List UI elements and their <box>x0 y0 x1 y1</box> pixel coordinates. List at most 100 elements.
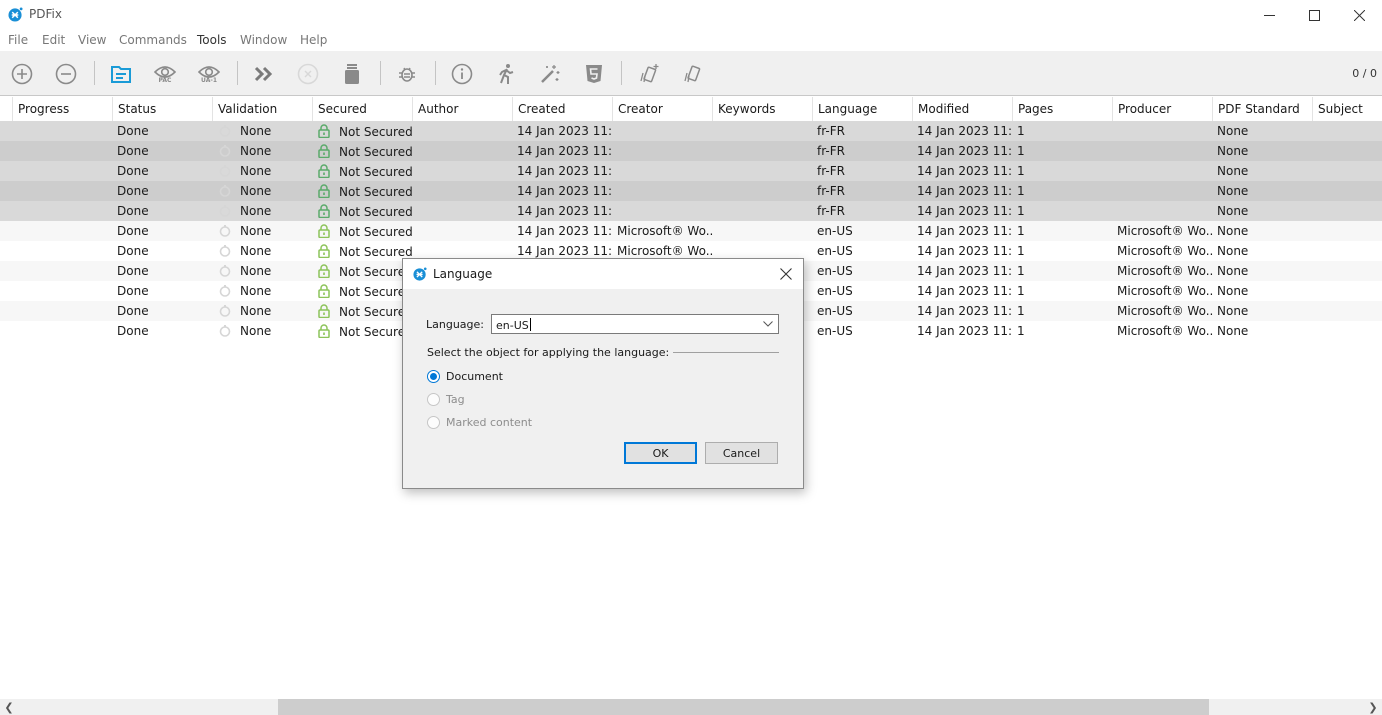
menu-commands[interactable]: Commands <box>119 33 187 47</box>
radio-button[interactable] <box>427 415 440 429</box>
column-header-keywords[interactable]: Keywords <box>712 97 812 121</box>
table-row[interactable]: Done None Not Secured 14 Jan 2023 11:31 fr-F… <box>0 181 1382 201</box>
unlocked-lock-icon <box>318 164 330 178</box>
cell-subject <box>1317 201 1382 221</box>
column-header-secured[interactable]: Secured <box>312 97 412 121</box>
radio-button-checked[interactable] <box>427 369 440 383</box>
radio-button[interactable] <box>427 392 440 406</box>
debug-button[interactable] <box>392 59 422 89</box>
html5-icon <box>586 65 602 83</box>
remove-document-button[interactable] <box>51 59 81 89</box>
cell-producer <box>1117 201 1213 221</box>
column-header-language[interactable]: Language <box>812 97 912 121</box>
cell-language-text: fr-FR <box>817 184 845 198</box>
cell-validation-text: None <box>240 244 272 258</box>
menu-edit[interactable]: Edit <box>42 33 65 47</box>
cell-subject <box>1317 281 1382 301</box>
combobox-dropdown-button[interactable] <box>760 316 776 332</box>
cell-status: Done <box>117 221 213 241</box>
cell-progress <box>17 121 107 141</box>
menu-file[interactable]: File <box>8 33 28 47</box>
table-row[interactable]: Done None Not Secured 14 Jan 2023 11:34 fr-F… <box>0 141 1382 161</box>
remove-tags-button[interactable] <box>678 59 708 89</box>
html5-button[interactable] <box>579 59 609 89</box>
cell-pages: 1 <box>1017 281 1113 301</box>
cell-pdf-standard-text: None <box>1217 224 1249 238</box>
dialog-close-button[interactable] <box>775 263 797 285</box>
trash-icon <box>345 64 359 84</box>
accessibility-button[interactable] <box>491 59 521 89</box>
column-header-status[interactable]: Status <box>112 97 212 121</box>
clear-button[interactable] <box>337 59 367 89</box>
scroll-left-button[interactable]: ❮ <box>2 699 16 715</box>
cell-pages-text: 1 <box>1017 284 1025 298</box>
unlocked-lock-icon <box>318 224 330 238</box>
cell-created-text: 14 Jan 2023 11:34 <box>517 144 613 158</box>
column-header-author[interactable]: Author <box>412 97 512 121</box>
cell-pdf-standard-text: None <box>1217 244 1249 258</box>
cell-language: fr-FR <box>817 181 913 201</box>
cell-pdf-standard: None <box>1217 201 1313 221</box>
stop-button[interactable] <box>293 59 323 89</box>
magic-wand-icon <box>541 65 560 83</box>
menu-view[interactable]: View <box>78 33 106 47</box>
validation-gear-icon <box>219 205 231 217</box>
cell-status: Done <box>117 321 213 341</box>
table-row[interactable]: Done None Not Secured 14 Jan 2023 11:31 fr-F… <box>0 201 1382 221</box>
cell-author <box>417 201 513 221</box>
cell-subject <box>1317 161 1382 181</box>
validation-gear-icon <box>219 265 231 277</box>
cell-subject <box>1317 141 1382 161</box>
scroll-right-button[interactable]: ❯ <box>1366 699 1380 715</box>
cell-subject <box>1317 221 1382 241</box>
menu-help[interactable]: Help <box>300 33 327 47</box>
document-properties-button[interactable] <box>106 59 136 89</box>
column-header-subject[interactable]: Subject <box>1312 97 1382 121</box>
cell-pages-text: 1 <box>1017 164 1025 178</box>
column-header-producer[interactable]: Producer <box>1112 97 1212 121</box>
column-header-created[interactable]: Created <box>512 97 612 121</box>
cell-producer-text: Microsoft® Wo... <box>1117 264 1213 278</box>
cell-validation: None <box>217 241 313 261</box>
column-header-validation[interactable]: Validation <box>212 97 312 121</box>
toolbar-separator <box>237 61 238 85</box>
dialog-title: Language <box>433 267 493 281</box>
cell-modified-text: 14 Jan 2023 11:30 <box>917 124 1013 138</box>
ok-button[interactable]: OK <box>624 442 697 464</box>
cancel-button[interactable]: Cancel <box>705 442 778 464</box>
table-row[interactable]: Done None Not Secured 14 Jan 2023 11:30 fr-F… <box>0 121 1382 141</box>
add-tags-button[interactable] <box>634 59 664 89</box>
column-header-progress[interactable]: Progress <box>12 97 112 121</box>
cell-modified: 14 Jan 2023 11:34 <box>917 301 1013 321</box>
radio-document[interactable]: Document <box>427 368 503 384</box>
language-combobox[interactable]: en-US <box>491 314 779 334</box>
horizontal-scrollbar[interactable]: ❮ ❯ <box>0 699 1382 715</box>
table-row[interactable]: Done None Not Secured 14 Jan 2023 11:32 Micr… <box>0 221 1382 241</box>
unlocked-lock-icon <box>318 144 330 158</box>
pac-check-button[interactable]: PAC <box>150 59 180 89</box>
cell-pdf-standard-text: None <box>1217 324 1249 338</box>
close-button[interactable] <box>1336 0 1382 30</box>
scrollbar-thumb[interactable] <box>278 699 1209 715</box>
column-header-pages[interactable]: Pages <box>1012 97 1112 121</box>
maximize-button[interactable] <box>1291 0 1337 30</box>
column-header-pdf-standard[interactable]: PDF Standard <box>1212 97 1312 121</box>
column-header-modified[interactable]: Modified <box>912 97 1012 121</box>
add-document-button[interactable] <box>7 59 37 89</box>
autotag-button[interactable] <box>535 59 565 89</box>
minimize-button[interactable] <box>1246 0 1292 30</box>
info-button[interactable] <box>447 59 477 89</box>
cell-created: 14 Jan 2023 11:30 <box>517 121 613 141</box>
cell-pages: 1 <box>1017 161 1113 181</box>
cell-language-text: en-US <box>817 324 853 338</box>
menu-window[interactable]: Window <box>240 33 287 47</box>
radio-tag[interactable]: Tag <box>427 391 465 407</box>
column-header-creator[interactable]: Creator <box>612 97 712 121</box>
menu-tools[interactable]: Tools <box>197 33 227 47</box>
radio-marked-content[interactable]: Marked content <box>427 414 532 430</box>
cell-modified-text: 14 Jan 2023 11:33 <box>917 244 1013 258</box>
run-button[interactable] <box>249 59 279 89</box>
table-row[interactable]: Done None Not Secured 14 Jan 2023 11:34 fr-F… <box>0 161 1382 181</box>
ua1-check-button[interactable]: UA-1 <box>194 59 224 89</box>
cell-status-text: Done <box>117 224 149 238</box>
